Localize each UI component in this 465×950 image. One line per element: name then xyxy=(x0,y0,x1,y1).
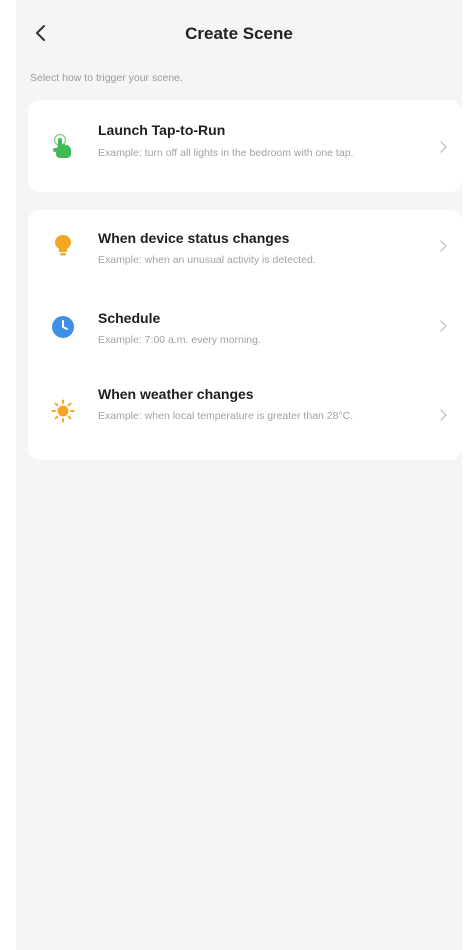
option-schedule[interactable]: Schedule Example: 7:00 a.m. every mornin… xyxy=(28,292,462,370)
option-launch-tap-to-run[interactable]: Launch Tap-to-Run Example: turn off all … xyxy=(28,100,462,192)
chevron-right-icon xyxy=(436,239,450,253)
option-description: Example: turn off all lights in the bedr… xyxy=(98,147,354,159)
option-label: When weather changes xyxy=(98,386,254,402)
option-description: Example: 7:00 a.m. every morning. xyxy=(98,334,261,346)
option-label: Launch Tap-to-Run xyxy=(98,122,226,138)
tap-hand-icon xyxy=(50,133,76,160)
clock-icon xyxy=(50,314,76,340)
automation-card: When device status changes Example: when… xyxy=(28,210,462,460)
option-device-status-changes[interactable]: When device status changes Example: when… xyxy=(28,210,462,292)
chevron-right-icon xyxy=(436,408,450,422)
option-label: Schedule xyxy=(98,310,161,326)
lightbulb-icon xyxy=(50,232,76,258)
page-title: Create Scene xyxy=(185,24,293,43)
option-weather-changes[interactable]: When weather changes Example: when local… xyxy=(28,370,462,460)
sun-icon xyxy=(50,398,76,424)
tap-to-run-card: Launch Tap-to-Run Example: turn off all … xyxy=(28,100,462,192)
subtitle: Select how to trigger your scene. xyxy=(30,72,183,84)
chevron-right-icon xyxy=(436,319,450,333)
create-scene-screen: Create Scene Select how to trigger your … xyxy=(16,0,462,950)
option-description: Example: when local temperature is great… xyxy=(98,410,354,422)
chevron-right-icon xyxy=(436,140,450,154)
option-label: When device status changes xyxy=(98,230,290,246)
option-description: Example: when an unusual activity is det… xyxy=(98,254,316,266)
header: Create Scene xyxy=(16,0,462,66)
